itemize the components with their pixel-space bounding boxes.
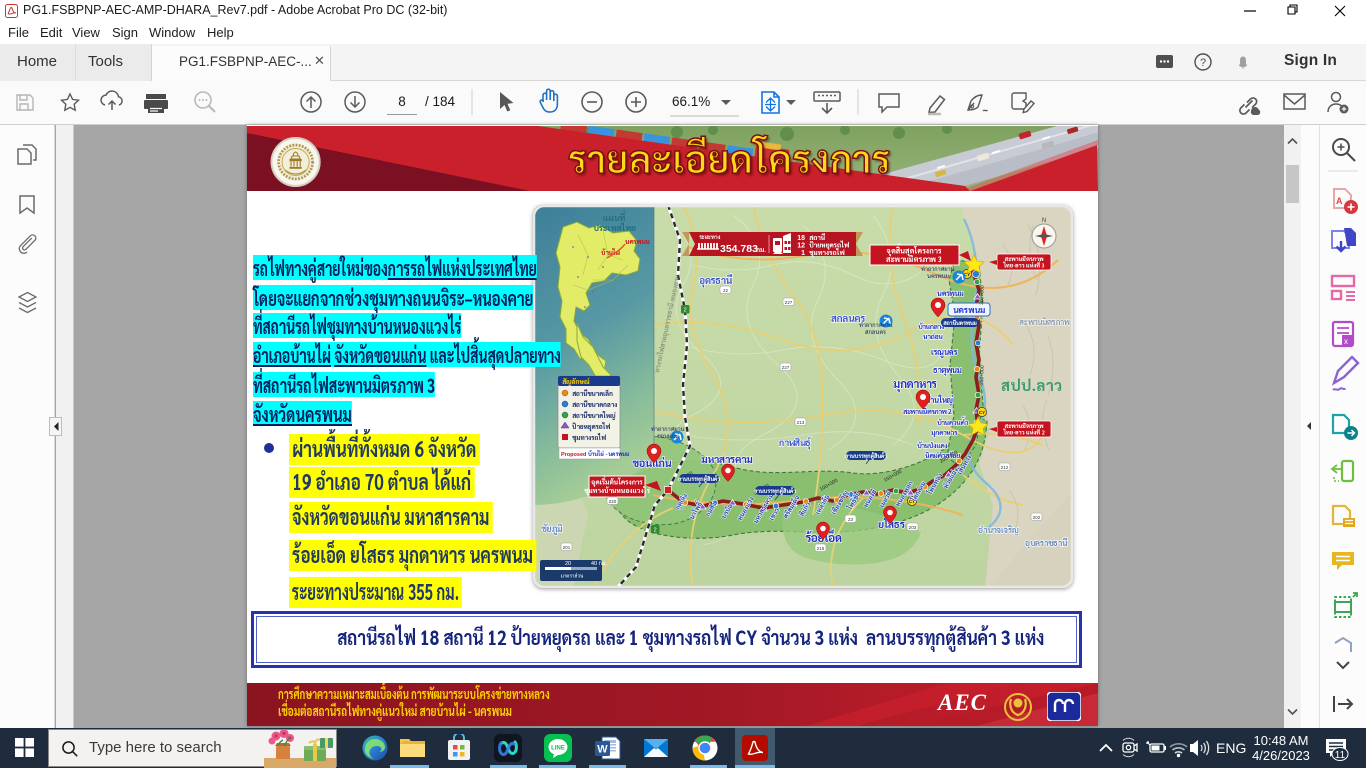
- svg-text:215: 215: [817, 546, 825, 551]
- svg-text:203: 203: [909, 525, 917, 530]
- svg-text:สะพานมิตรภาพ 3: สะพานมิตรภาพ 3: [1019, 316, 1073, 327]
- svg-text:สถานีขนาดเล็ก: สถานีขนาดเล็ก: [571, 389, 613, 398]
- svg-text:212: 212: [1001, 465, 1009, 470]
- svg-text:LINE: LINE: [551, 746, 565, 752]
- svg-text:สะพานมิตรภาพ 3: สะพานมิตรภาพ 3: [886, 254, 942, 264]
- svg-text:นาถ่อน: นาถ่อน: [923, 332, 943, 341]
- svg-text:สถานีนครพนม: สถานีนครพนม: [942, 320, 977, 327]
- svg-text:23: 23: [848, 517, 854, 522]
- svg-text:ท่าอากาศยาน: ท่าอากาศยาน: [921, 264, 955, 273]
- svg-text:22: 22: [723, 288, 729, 293]
- svg-text:2: 2: [684, 308, 687, 314]
- svg-text:ขอนแก่น: ขอนแก่น: [657, 431, 679, 440]
- svg-text:ชุมทางรถไฟ: ชุมทางรถไฟ: [809, 248, 845, 258]
- svg-text:เรณูนคร: เรณูนคร: [931, 346, 958, 358]
- svg-text:ลานบรรทุกตู้สินค้า: ลานบรรทุกตู้สินค้า: [844, 453, 888, 460]
- svg-text:สถานีขนาดกลาง: สถานีขนาดกลาง: [571, 400, 617, 409]
- svg-text:202: 202: [1033, 515, 1041, 520]
- svg-text:สกลนคร: สกลนคร: [865, 329, 887, 336]
- svg-text:20: 20: [565, 561, 571, 567]
- svg-text:N: N: [1042, 218, 1046, 224]
- svg-text:A: A: [1336, 196, 1343, 206]
- svg-text:227: 227: [785, 300, 793, 305]
- svg-text:สัญลักษณ์: สัญลักษณ์: [561, 377, 591, 386]
- svg-text:227: 227: [782, 365, 790, 370]
- svg-text:อุบลราชธานี: อุบลราชธานี: [1025, 537, 1068, 549]
- svg-text:ลานบรรทุกตู้สินค้า: ลานบรรทุกตู้สินค้า: [677, 476, 721, 483]
- svg-text:?: ?: [1200, 57, 1206, 69]
- svg-text:300+000: 300+000: [979, 285, 986, 305]
- svg-text:ระยะทาง: ระยะทาง: [698, 234, 720, 241]
- svg-text:ชุมทางบ้านหนองแวงไร่: ชุมทางบ้านหนองแวงไร่: [584, 486, 651, 496]
- svg-text:บ้านป่งแดง: บ้านป่งแดง: [917, 441, 947, 450]
- svg-text:Proposed บ้านไผ่ - นครพนม: Proposed บ้านไผ่ - นครพนม: [561, 451, 629, 458]
- svg-text:W: W: [597, 744, 608, 756]
- svg-text:12: 12: [797, 243, 805, 250]
- svg-text:ชุมทางรถไฟ: ชุมทางรถไฟ: [572, 433, 606, 443]
- svg-text:นครพนม: นครพนม: [927, 273, 949, 280]
- svg-text:นครพนม: นครพนม: [625, 237, 650, 246]
- svg-text:ท่าอากาศยาน: ท่าอากาศยาน: [859, 320, 893, 329]
- svg-text:ชัยภูมิ: ชัยภูมิ: [541, 523, 563, 535]
- svg-text:11: 11: [1335, 750, 1346, 761]
- svg-text:220: 220: [609, 499, 617, 504]
- svg-text:250+000: 250+000: [979, 365, 986, 385]
- svg-text:มุกดาหาร: มุกดาหาร: [893, 376, 938, 393]
- svg-text:ไทย-ลาว แห่งที่ 2: ไทย-ลาว แห่งที่ 2: [1002, 428, 1045, 437]
- svg-text:สปป.ลาว: สปป.ลาว: [1001, 376, 1063, 395]
- svg-text:201: 201: [563, 545, 571, 550]
- svg-text:ประเทศไทย: ประเทศไทย: [593, 222, 636, 233]
- svg-text:ไทย-ลาว แห่งที่ 3: ไทย-ลาว แห่งที่ 3: [1002, 261, 1044, 270]
- svg-text:นครพนม: นครพนม: [937, 288, 964, 298]
- svg-text:อำนาจเจริญ: อำนาจเจริญ: [978, 524, 1019, 535]
- svg-text:บ้านดวนด้ำ: บ้านดวนด้ำ: [937, 417, 968, 427]
- svg-text:ธาตุพนม: ธาตุพนม: [933, 364, 961, 376]
- svg-text:354.783: 354.783: [720, 243, 758, 255]
- svg-text:กาฬสินธุ์: กาฬสินธุ์: [779, 437, 812, 449]
- svg-text:CY: CY: [979, 410, 985, 415]
- svg-text:ท่าอากาศยาน: ท่าอากาศยาน: [651, 424, 685, 433]
- svg-text:มาตราส่วน: มาตราส่วน: [561, 573, 583, 580]
- svg-text:1: 1: [801, 250, 805, 257]
- svg-text:บ้านกลาง: บ้านกลาง: [918, 322, 944, 331]
- svg-text:สะพานมิตรภาพ 2: สะพานมิตรภาพ 2: [903, 407, 952, 416]
- svg-text:x: x: [1344, 337, 1348, 346]
- svg-text:กม.: กม.: [755, 245, 766, 254]
- svg-text:40 กม.: 40 กม.: [591, 560, 607, 567]
- svg-text:18: 18: [797, 235, 805, 242]
- svg-text:ลานบรรทุกตู้สินค้า: ลานบรรทุกตู้สินค้า: [753, 488, 797, 495]
- svg-text:ป้ายหยุดรถไฟ: ป้ายหยุดรถไฟ: [572, 422, 611, 432]
- svg-text:มุกดาหาร: มุกดาหาร: [931, 428, 959, 438]
- svg-text:สถานีขนาดใหญ่: สถานีขนาดใหญ่: [571, 411, 615, 420]
- svg-text:2: 2: [654, 528, 657, 534]
- svg-text:213: 213: [797, 420, 805, 425]
